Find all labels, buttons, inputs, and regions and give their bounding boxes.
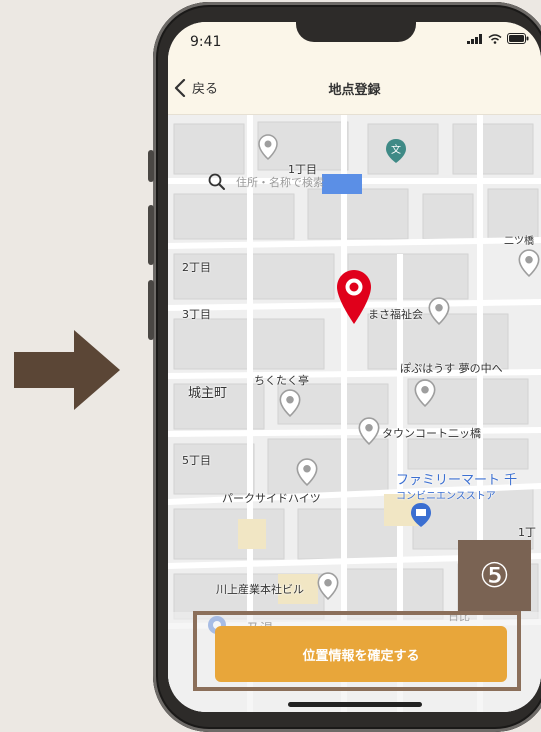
poi-pin-icon[interactable] xyxy=(279,389,301,417)
status-time: 9:41 xyxy=(190,34,222,50)
poi-pin-icon[interactable] xyxy=(317,572,339,600)
battery-icon xyxy=(507,33,529,44)
poi-pin-icon[interactable] xyxy=(358,417,380,445)
poi-pin-icon[interactable] xyxy=(414,379,436,407)
map-label-familymart: ファミリーマート 千 xyxy=(396,473,518,488)
poi-pin-icon[interactable] xyxy=(296,458,318,486)
phone-volume-up xyxy=(148,205,154,265)
map-label-kawakami: 川上産業本社ビル xyxy=(216,583,304,596)
step-highlight-frame xyxy=(193,611,521,691)
pointer-arrow-icon xyxy=(14,330,120,410)
map-label-towncourt: タウンコート二ッ橋 xyxy=(382,427,481,440)
map-label-parkside: パークサイドハイツ xyxy=(222,492,321,505)
status-icons xyxy=(467,33,529,44)
selected-location-pin-icon[interactable] xyxy=(336,269,372,325)
map-label-2chome: 2丁目 xyxy=(182,261,211,274)
search-icon xyxy=(208,173,225,190)
phone-side-button xyxy=(148,150,154,182)
map-label-fukushi: まさ福祉会 xyxy=(368,308,423,321)
page-title: 地点登録 xyxy=(328,83,381,98)
poi-pin-icon[interactable] xyxy=(258,134,278,160)
map-label-nitsuhashi: 二ツ橋 xyxy=(504,236,534,247)
phone-notch xyxy=(296,22,416,42)
map-label-popohouse: ぽぷはうす 夢の中へ xyxy=(400,362,503,375)
navigation-bar: 戻る 地点登録 xyxy=(168,62,541,115)
search-input[interactable]: 住所・名称で検索 xyxy=(236,174,324,190)
poi-pin-icon[interactable] xyxy=(428,297,450,325)
poi-pin-icon[interactable] xyxy=(518,249,540,277)
map-label-3chome: 3丁目 xyxy=(182,308,211,321)
cellular-signal-icon xyxy=(467,33,482,44)
map-label-convenience: コンビニエンスストア xyxy=(396,491,496,502)
map-label-5chome: 5丁目 xyxy=(182,454,211,467)
search-box[interactable]: 住所・名称で検索 xyxy=(208,173,324,191)
svg-text:文: 文 xyxy=(391,143,401,156)
map-label-jonushi: 城主町 xyxy=(188,386,228,401)
school-pin-icon[interactable]: 文 xyxy=(385,138,407,164)
convenience-store-pin-icon[interactable] xyxy=(410,502,432,528)
wifi-icon xyxy=(488,33,502,44)
step-badge: ⑤ xyxy=(458,540,531,611)
map-label-1chome-right: 1丁 xyxy=(518,526,536,539)
map-label-chikutaku: ちくたく亭 xyxy=(254,374,309,387)
phone-volume-down xyxy=(148,280,154,340)
